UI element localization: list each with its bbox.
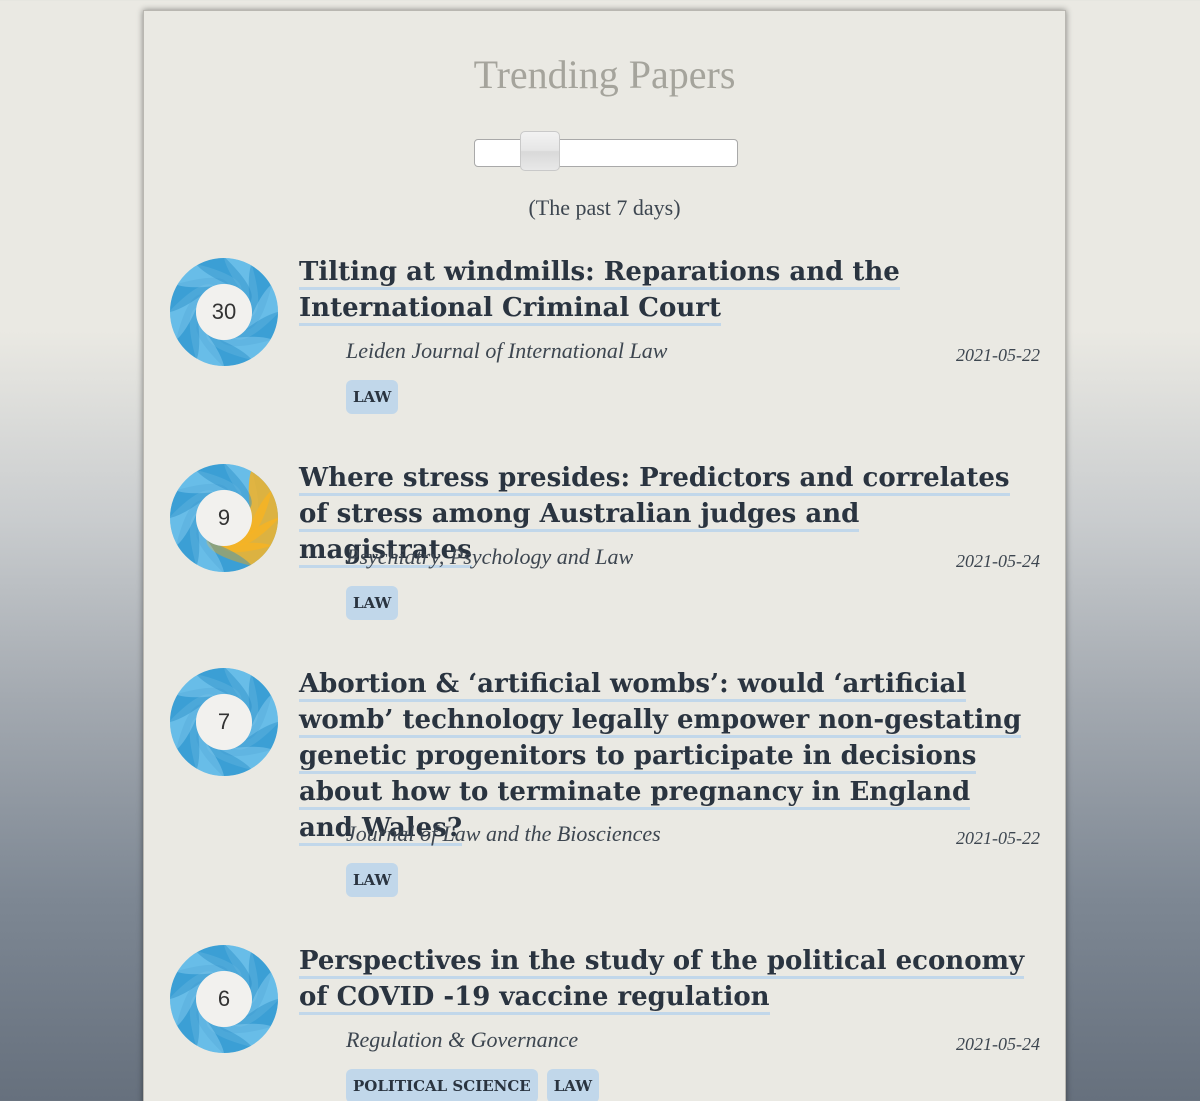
- period-label: (The past 7 days): [528, 195, 681, 220]
- publication-date: 2021-05-24: [956, 551, 1040, 571]
- altmetric-score: 7: [217, 709, 231, 734]
- journal-name: Journal of Law and the Biosciences: [346, 821, 661, 846]
- paper-title: Tilting at windmills: Reparations and th…: [299, 254, 1029, 326]
- tag-law[interactable]: LAW: [346, 586, 399, 620]
- tag-list: LAW: [346, 863, 399, 897]
- altmetric-donut[interactable]: 9: [169, 463, 279, 573]
- publication-date: 2021-05-24: [956, 1034, 1040, 1054]
- tag-list: POLITICAL SCIENCE LAW: [346, 1069, 600, 1101]
- altmetric-donut[interactable]: 30: [169, 257, 279, 367]
- tag-law[interactable]: LAW: [546, 1069, 600, 1101]
- trending-papers-panel: Trending Papers (The past 7 days) 30 Til…: [143, 10, 1066, 1101]
- paper-title: Abortion & ‘artificial wombs’: would ‘ar…: [299, 666, 1029, 846]
- tag-law[interactable]: LAW: [346, 863, 399, 897]
- publication-date: 2021-05-22: [956, 828, 1040, 848]
- time-period-slider[interactable]: [474, 131, 738, 171]
- altmetric-donut[interactable]: 6: [169, 944, 279, 1054]
- paper-title-link[interactable]: Abortion & ‘artificial wombs’: would ‘ar…: [299, 669, 1022, 846]
- page-title: Trending Papers: [473, 52, 736, 97]
- journal-name: Leiden Journal of International Law: [346, 338, 668, 363]
- tag-political-science[interactable]: POLITICAL SCIENCE: [346, 1069, 538, 1101]
- slider-track[interactable]: [474, 139, 738, 167]
- journal-name: Regulation & Governance: [346, 1027, 579, 1052]
- altmetric-donut[interactable]: 7: [169, 667, 279, 777]
- paper-title-link[interactable]: Tilting at windmills: Reparations and th…: [299, 257, 900, 326]
- paper-title: Perspectives in the study of the politic…: [299, 943, 1029, 1015]
- tag-list: LAW: [346, 586, 399, 620]
- altmetric-score: 30: [211, 299, 237, 324]
- paper-title-link[interactable]: Perspectives in the study of the politic…: [299, 946, 1025, 1015]
- tag-list: LAW: [346, 380, 399, 414]
- tag-law[interactable]: LAW: [346, 380, 399, 414]
- publication-date: 2021-05-22: [956, 345, 1040, 365]
- altmetric-score: 6: [217, 986, 231, 1011]
- journal-name: Psychiatry, Psychology and Law: [346, 544, 634, 569]
- slider-thumb[interactable]: [520, 131, 560, 171]
- altmetric-score: 9: [217, 505, 231, 530]
